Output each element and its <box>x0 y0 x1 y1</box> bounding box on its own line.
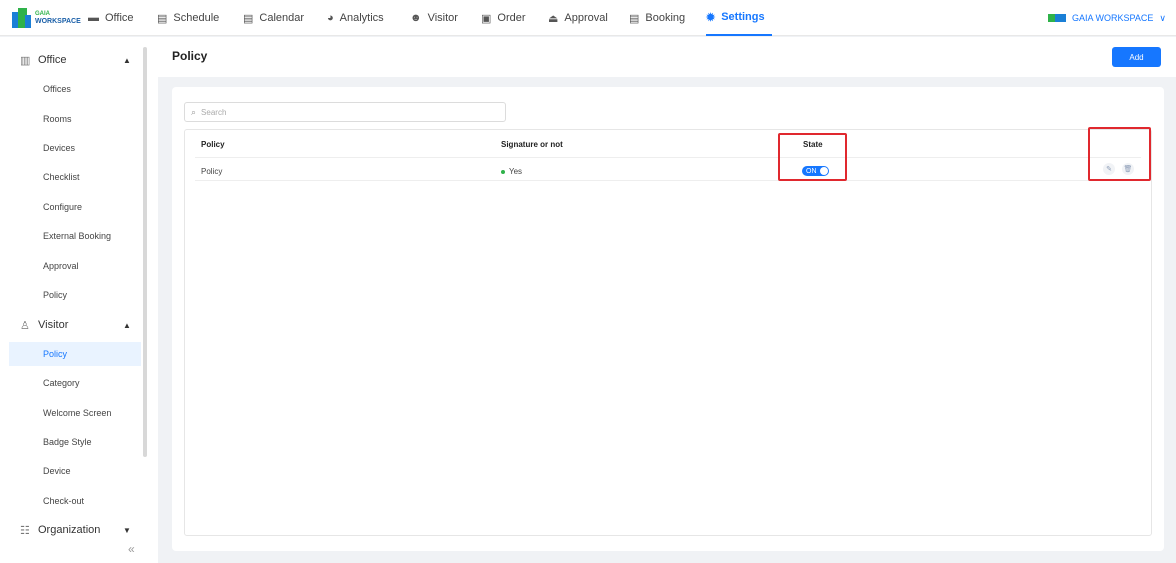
sidebar-item-configure[interactable]: Configure <box>9 195 141 219</box>
booking-icon: ▤ <box>629 12 640 25</box>
sidebar-item-devices[interactable]: Devices <box>9 136 141 160</box>
sidebar-group-organization[interactable]: ☷ Organization ▼ <box>0 519 140 541</box>
sidebar-item-device[interactable]: Device <box>9 459 141 483</box>
calendar-icon: ▤ <box>243 12 254 25</box>
nav-office[interactable]: ▬ Office <box>88 0 134 36</box>
office-icon: ▬ <box>88 12 99 24</box>
nav-label: Schedule <box>173 12 220 24</box>
search-icon: ⌕ <box>191 106 197 117</box>
nav-label: Settings <box>721 11 765 23</box>
nav-label: Visitor <box>427 12 458 24</box>
nav-label: Calendar <box>259 12 305 24</box>
chevron-down-icon: ▼ <box>123 525 131 535</box>
workspace-switcher[interactable]: GAIA WORKSPACE ∨ <box>1048 0 1166 36</box>
row-divider <box>195 180 1141 181</box>
sidebar-item-category[interactable]: Category <box>9 371 141 395</box>
add-button[interactable]: Add <box>1112 47 1161 67</box>
visitor-icon: ☻ <box>410 12 422 24</box>
nav-approval[interactable]: ⏏ Approval <box>548 0 608 36</box>
sidebar-group-label: Organization <box>38 524 101 536</box>
header-divider <box>195 157 1141 158</box>
nav-calendar[interactable]: ▤ Calendar <box>243 0 304 36</box>
top-nav-bar: GAIA WORKSPACE ▬ Office ▤ Schedule ▤ Calend… <box>0 0 1176 36</box>
nav-booking[interactable]: ▤ Booking <box>629 0 685 36</box>
search-input[interactable]: ⌕ Search <box>184 102 506 122</box>
sidebar: ▥ Office ▲ Offices Rooms Devices Checkli… <box>0 37 158 563</box>
sidebar-group-label: Visitor <box>38 319 69 331</box>
chevron-up-icon: ▲ <box>123 320 131 330</box>
search-placeholder: Search <box>201 107 227 117</box>
sidebar-item-badge-style[interactable]: Badge Style <box>9 430 141 454</box>
nav-visitor[interactable]: ☻ Visitor <box>410 0 458 36</box>
nav-label: Booking <box>645 12 686 24</box>
app-logo[interactable]: GAIA WORKSPACE <box>12 8 81 28</box>
logo-mark <box>12 8 32 28</box>
status-dot <box>501 169 505 174</box>
approval-icon: ⏏ <box>548 12 559 25</box>
schedule-icon: ▤ <box>157 12 168 25</box>
column-header-policy: Policy <box>201 140 225 149</box>
nav-label: Analytics <box>339 12 384 24</box>
sidebar-item-external-booking[interactable]: External Booking <box>9 224 141 248</box>
sidebar-item-office-policy[interactable]: Policy <box>9 283 141 307</box>
sidebar-group-visitor[interactable]: ♙ Visitor ▲ <box>0 314 140 336</box>
sidebar-item-rooms[interactable]: Rooms <box>9 107 141 131</box>
logo-text: GAIA WORKSPACE <box>35 10 81 26</box>
sidebar-item-check-out[interactable]: Check-out <box>9 489 141 513</box>
settings-icon: ✹ <box>706 11 716 24</box>
cell-policy: Policy <box>201 167 223 176</box>
nav-label: Office <box>105 12 134 24</box>
column-header-signature: Signature or not <box>501 140 563 149</box>
sidebar-item-offices[interactable]: Offices <box>9 77 141 101</box>
analytics-icon: ◕ <box>327 12 334 24</box>
order-icon: ▣ <box>481 12 492 25</box>
highlight-actions-column <box>1088 127 1151 181</box>
cell-signature: Yes <box>501 167 522 176</box>
cell-signature-text: Yes <box>509 167 523 176</box>
sidebar-item-checklist[interactable]: Checklist <box>9 165 141 189</box>
chevron-down-icon: ∨ <box>1159 12 1166 23</box>
nav-settings[interactable]: ✹ Settings <box>706 0 772 36</box>
collapse-sidebar-icon[interactable]: « <box>128 542 135 556</box>
sidebar-group-office[interactable]: ▥ Office ▲ <box>0 49 140 71</box>
logo-line2: WORKSPACE <box>35 18 81 25</box>
page-title: Policy <box>172 49 208 63</box>
nav-order[interactable]: ▣ Order <box>481 0 526 36</box>
chevron-up-icon: ▲ <box>123 55 131 65</box>
highlight-state-column <box>778 133 847 181</box>
visitor-person-icon: ♙ <box>20 319 30 332</box>
nav-label: Order <box>497 12 526 24</box>
sidebar-group-label: Office <box>38 54 67 66</box>
nav-analytics[interactable]: ◕ Analytics <box>327 0 384 36</box>
nav-schedule[interactable]: ▤ Schedule <box>157 0 219 36</box>
workspace-logo-icon <box>1048 14 1067 22</box>
sidebar-item-approval[interactable]: Approval <box>9 254 141 278</box>
sidebar-item-visitor-policy[interactable]: Policy <box>9 342 141 366</box>
nav-label: Approval <box>564 12 608 24</box>
logo-line1: GAIA <box>35 11 50 17</box>
org-chart-icon: ☷ <box>20 524 30 537</box>
sidebar-scrollbar[interactable] <box>143 47 147 457</box>
sidebar-item-welcome-screen[interactable]: Welcome Screen <box>9 401 141 425</box>
workspace-name: GAIA WORKSPACE <box>1072 13 1154 23</box>
policy-table: Policy Signature or not State Policy Yes… <box>184 129 1152 536</box>
building-icon: ▥ <box>20 54 31 67</box>
page-header: Policy Add <box>158 37 1176 77</box>
